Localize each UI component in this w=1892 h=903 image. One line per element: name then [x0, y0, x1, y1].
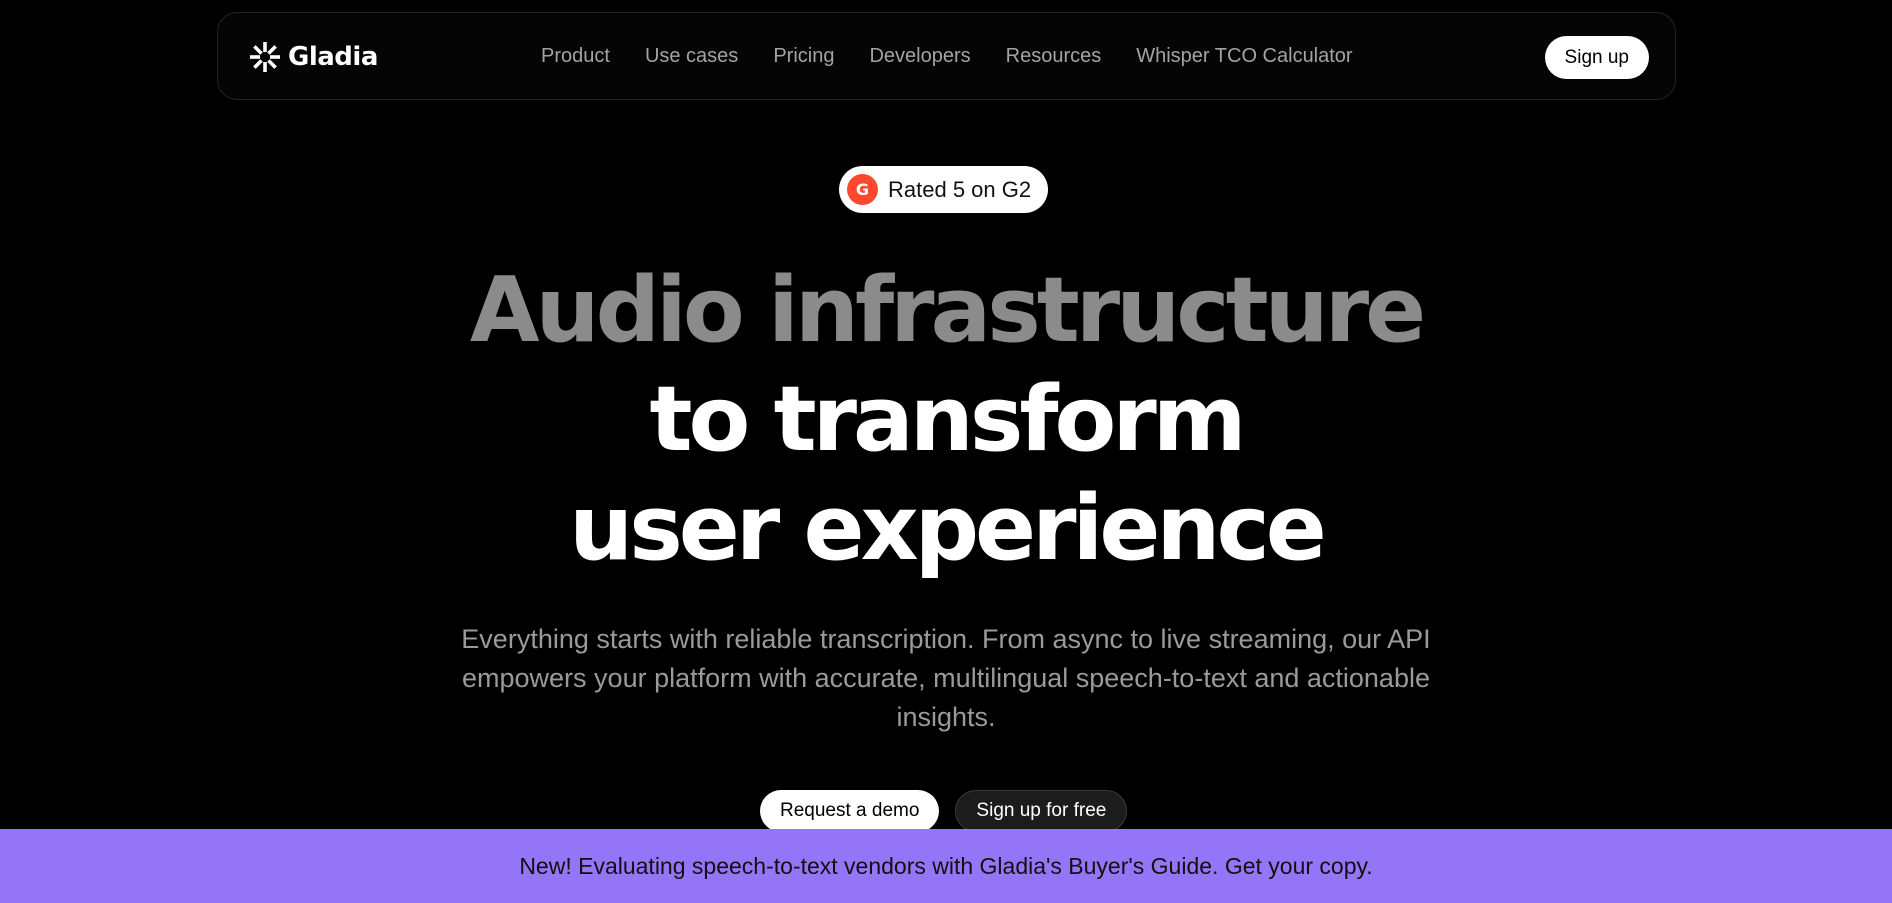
nav-item-product[interactable]: Product — [541, 45, 610, 68]
hero-subtitle: Everything starts with reliable transcri… — [461, 624, 1431, 732]
nav-item-resources[interactable]: Resources — [1006, 45, 1102, 68]
nav-item-pricing[interactable]: Pricing — [773, 45, 834, 68]
hero-title: Audio infrastructure to transform user e… — [0, 256, 1892, 583]
page: Gladia Product Use cases Pricing Develop… — [0, 0, 1892, 903]
signup-free-button[interactable]: Sign up for free — [955, 790, 1128, 832]
starburst-icon — [250, 42, 280, 72]
top-navbar: Gladia Product Use cases Pricing Develop… — [217, 12, 1676, 100]
g2-rating-label: Rated 5 on G2 — [888, 176, 1032, 202]
cta-row: Request a demo Sign up for free — [760, 790, 1128, 832]
hero-title-line-2: to transform — [649, 367, 1246, 472]
nav-item-whisper-tco-calculator[interactable]: Whisper TCO Calculator — [1136, 45, 1352, 68]
g2-icon: G — [847, 174, 878, 205]
nav-item-use-cases[interactable]: Use cases — [645, 45, 738, 68]
main-nav: Product Use cases Pricing Developers Res… — [541, 13, 1353, 99]
nav-item-developers[interactable]: Developers — [869, 45, 970, 68]
signup-button[interactable]: Sign up — [1544, 36, 1649, 79]
announcement-banner[interactable]: New! Evaluating speech-to-text vendors w… — [0, 829, 1892, 903]
request-demo-button[interactable]: Request a demo — [760, 790, 940, 832]
hero-title-line-3: user experience — [569, 476, 1327, 581]
announcement-text: New! Evaluating speech-to-text vendors w… — [519, 852, 1373, 879]
gladia-logo[interactable]: Gladia — [248, 40, 378, 74]
hero-title-line-1: Audio infrastructure — [469, 258, 1426, 363]
brand-name: Gladia — [288, 42, 378, 72]
g2-rating-badge[interactable]: G Rated 5 on G2 — [839, 166, 1049, 213]
